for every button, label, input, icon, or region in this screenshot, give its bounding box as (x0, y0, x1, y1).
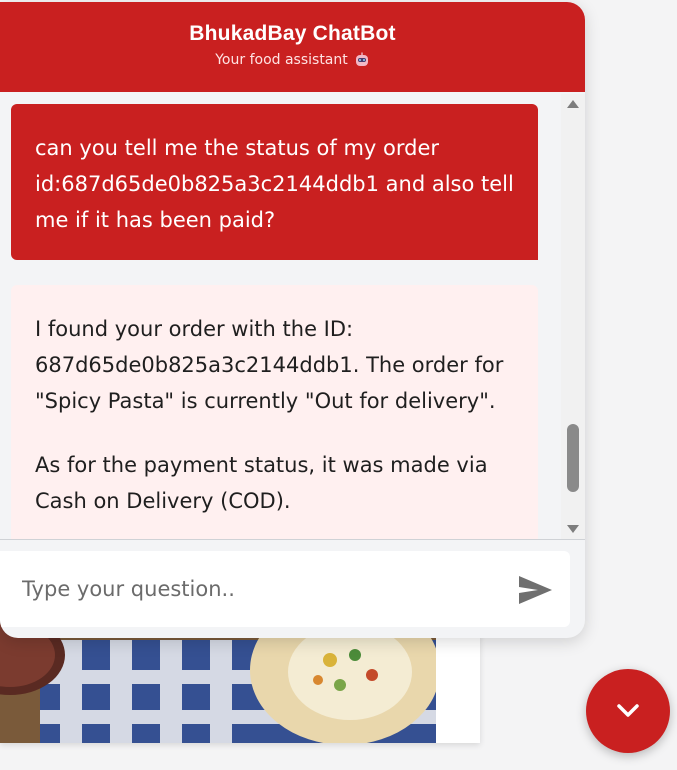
chat-subtitle-text: Your food assistant (215, 52, 348, 68)
bot-message: I found your order with the ID: 687d65de… (11, 285, 538, 539)
send-button[interactable] (516, 573, 556, 607)
chevron-down-icon (617, 704, 639, 717)
scroll-thumb[interactable] (567, 424, 579, 492)
bot-message-paragraph: As for the payment status, it was made v… (35, 453, 488, 513)
scroll-up-arrow-icon[interactable] (567, 100, 579, 108)
user-message: can you tell me the status of my order i… (11, 104, 538, 260)
send-icon (519, 576, 552, 604)
chat-window: BhukadBay ChatBot Your food assistant ca… (0, 2, 585, 638)
input-area (0, 551, 570, 627)
bot-message-paragraph: I found your order with the ID: 687d65de… (35, 317, 504, 413)
message-scrollbar[interactable] (561, 94, 585, 539)
chat-toggle-button[interactable] (586, 669, 670, 753)
chat-header: BhukadBay ChatBot Your food assistant (0, 2, 585, 92)
chat-title: BhukadBay ChatBot (189, 22, 396, 45)
question-input[interactable] (0, 551, 490, 627)
robot-icon (354, 52, 370, 68)
input-divider (0, 539, 585, 540)
scroll-down-arrow-icon[interactable] (567, 525, 579, 533)
message-list: can you tell me the status of my order i… (0, 92, 585, 539)
chat-subtitle: Your food assistant (215, 52, 370, 68)
